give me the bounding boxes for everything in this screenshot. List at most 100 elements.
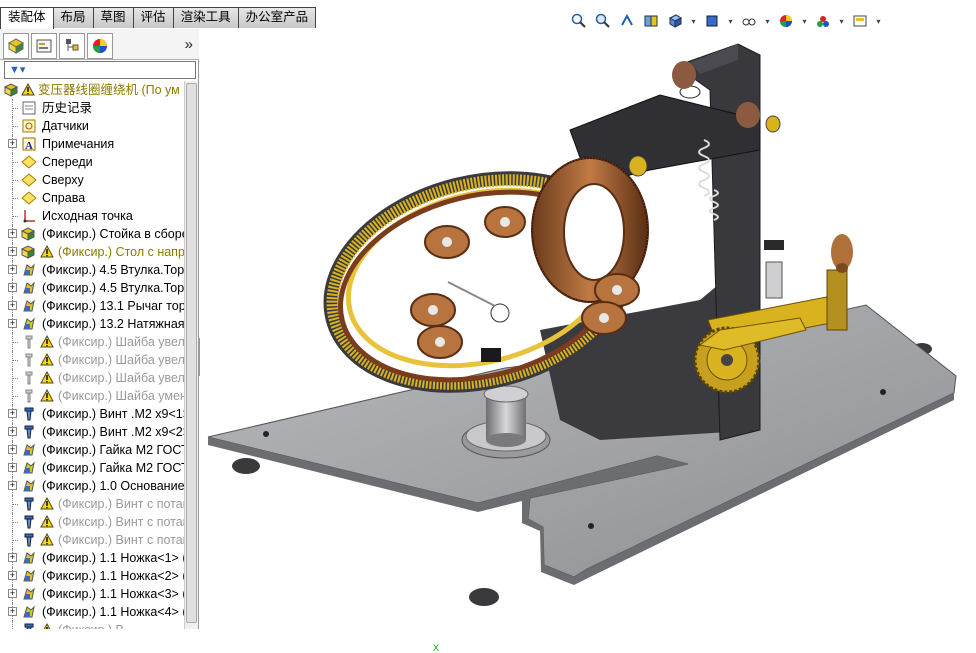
tree-item[interactable]: + (Фиксир.) Стол с направ xyxy=(0,243,184,261)
tree-item[interactable]: (Фиксир.) Винт с потайн xyxy=(0,495,184,513)
warning-icon xyxy=(40,496,54,510)
warning-icon xyxy=(40,532,54,546)
tree-item[interactable]: + (Фиксир.) 13.2 Натяжная пр xyxy=(0,315,184,333)
tree-item-label: (Фиксир.) Винт .M2 x9<1> xyxy=(42,407,184,421)
tree-item[interactable]: + (Фиксир.) 1.1 Ножка<3> (П xyxy=(0,585,184,603)
expand-icon[interactable]: + xyxy=(8,571,17,580)
tree-item[interactable]: Сверху xyxy=(0,171,184,189)
tree-item-label: Датчики xyxy=(42,119,89,133)
part-icon xyxy=(21,478,37,494)
expand-icon[interactable]: + xyxy=(8,427,17,436)
graphics-area[interactable]: X xyxy=(200,29,976,653)
tree-item[interactable]: Датчики xyxy=(0,117,184,135)
tree-item-label: (Фиксир.) 1.1 Ножка<4> (П xyxy=(42,605,184,619)
feature-tree: 变压器线圈缠绕机 (По ум 历史记录 Датчики + A Примечания Сп… xyxy=(0,81,184,629)
tab-4[interactable]: 渲染工具 xyxy=(172,7,239,28)
screw-icon xyxy=(21,496,37,512)
tree-item[interactable]: + (Фиксир.) Винт .M2 x9<2> xyxy=(0,423,184,441)
tree-item[interactable]: (Фиксир.) Винт с потайн xyxy=(0,513,184,531)
washer-icon xyxy=(21,352,37,368)
expand-icon[interactable]: + xyxy=(8,481,17,490)
more-tabs-button[interactable]: » xyxy=(185,36,193,53)
tree-item[interactable]: (Фиксир.) Шайба увелич xyxy=(0,369,184,387)
plane-icon xyxy=(21,190,37,206)
coordinate-triad: X xyxy=(433,643,440,653)
expand-icon[interactable]: + xyxy=(8,319,17,328)
part-icon xyxy=(21,262,37,278)
tree-item-label: (Фиксир.) Винт с потайн xyxy=(58,533,184,547)
expand-icon[interactable]: + xyxy=(8,445,17,454)
expand-icon[interactable]: + xyxy=(8,247,17,256)
tree-item[interactable]: + (Фиксир.) Винт .M2 x9<1> xyxy=(0,405,184,423)
expand-icon[interactable]: + xyxy=(8,265,17,274)
tree-item[interactable]: + (Фиксир.) Стойка в сборе< xyxy=(0,225,184,243)
tree-item[interactable]: + (Фиксир.) Гайка M2 ГОСТ 5 xyxy=(0,441,184,459)
plane-icon xyxy=(21,154,37,170)
tree-item[interactable]: + (Фиксир.) 1.0 Основание<1 xyxy=(0,477,184,495)
feature-manager-tab[interactable] xyxy=(3,33,29,59)
svg-text:A: A xyxy=(25,140,33,152)
tab-3[interactable]: 评估 xyxy=(132,7,174,28)
tree-item[interactable]: + (Фиксир.) 1.1 Ножка<2> (П xyxy=(0,567,184,585)
part-icon xyxy=(21,442,37,458)
scrollbar-thumb[interactable] xyxy=(186,83,197,623)
tree-item-label: (Фиксир.) 4.5 Втулка.Тормс xyxy=(42,281,184,295)
screw-icon xyxy=(21,532,37,548)
screw-icon xyxy=(21,406,37,422)
tree-item[interactable]: Спереди xyxy=(0,153,184,171)
tree-item-label: (Фиксир.) 13.2 Натяжная пр xyxy=(42,317,184,331)
part-icon xyxy=(21,604,37,620)
tree-item[interactable]: + (Фиксир.) 1.1 Ножка<4> (П xyxy=(0,603,184,621)
tree-item-label: (Фиксир.) Винт .M2 x9<2> xyxy=(42,425,184,439)
tree-scrollbar[interactable] xyxy=(184,81,198,629)
tree-filter[interactable]: ▼▾ xyxy=(4,61,196,79)
tree-item-label: Справа xyxy=(42,191,86,205)
expand-icon[interactable]: + xyxy=(8,463,17,472)
tree-item[interactable]: + (Фиксир.) 4.5 Втулка.Тормс xyxy=(0,279,184,297)
warning-icon xyxy=(40,514,54,528)
tree-item-label: (Фиксир.) 4.5 Втулка.Тормс xyxy=(42,263,184,277)
tree-item[interactable]: + (Фиксир.) Гайка M2 ГОСТ 5 xyxy=(0,459,184,477)
expand-icon[interactable]: + xyxy=(8,607,17,616)
tree-item-label: (Фиксир.) Стол с направ xyxy=(58,245,184,259)
tab-1[interactable]: 布局 xyxy=(52,7,94,28)
tree-item-label: (Фиксир.) Винт с потайн xyxy=(58,497,184,511)
configuration-manager-tab[interactable] xyxy=(59,33,85,59)
tree-item[interactable]: (Фиксир.) Винт с потайн xyxy=(0,531,184,549)
plane-icon xyxy=(21,172,37,188)
display-manager-tab[interactable] xyxy=(87,33,113,59)
tree-item-label: Примечания xyxy=(42,137,115,151)
tree-item[interactable]: (Фиксир.) Шайба умень xyxy=(0,387,184,405)
expand-icon[interactable]: + xyxy=(8,229,17,238)
expand-icon[interactable]: + xyxy=(8,409,17,418)
tree-item[interactable]: + (Фиксир.) 1.1 Ножка<1> (П xyxy=(0,549,184,567)
tree-item[interactable]: + (Фиксир.) 4.5 Втулка.Тормс xyxy=(0,261,184,279)
warning-icon xyxy=(40,334,54,348)
tree-item[interactable]: (Фиксир.) В xyxy=(0,621,184,629)
warning-icon xyxy=(40,622,54,629)
tab-0[interactable]: 装配体 xyxy=(0,7,54,29)
expand-icon[interactable]: + xyxy=(8,139,17,148)
tab-5[interactable]: 办公室产品 xyxy=(237,7,317,28)
tree-item[interactable]: (Фиксир.) Шайба увелич xyxy=(0,351,184,369)
tree-item[interactable]: Справа xyxy=(0,189,184,207)
tree-item-label: Спереди xyxy=(42,155,93,169)
annotations-icon: A xyxy=(21,136,37,152)
expand-icon[interactable]: + xyxy=(8,283,17,292)
expand-icon[interactable]: + xyxy=(8,589,17,598)
expand-icon[interactable]: + xyxy=(8,301,17,310)
tree-item-label: (Фиксир.) Шайба увелич xyxy=(58,353,184,367)
warning-icon xyxy=(40,388,54,402)
property-manager-tab[interactable] xyxy=(31,33,57,59)
tree-item-label: (Фиксир.) 1.1 Ножка<3> (П xyxy=(42,587,184,601)
tree-item[interactable]: (Фиксир.) Шайба увели xyxy=(0,333,184,351)
tree-item[interactable]: Исходная точка xyxy=(0,207,184,225)
tree-item[interactable]: + (Фиксир.) 13.1 Рычаг тормс xyxy=(0,297,184,315)
tree-item[interactable]: 历史记录 xyxy=(0,99,184,117)
tree-root[interactable]: 变压器线圈缠绕机 (По ум xyxy=(0,81,184,99)
screw-icon xyxy=(21,424,37,440)
tab-2[interactable]: 草图 xyxy=(92,7,134,28)
part-icon xyxy=(21,298,37,314)
tree-item[interactable]: + A Примечания xyxy=(0,135,184,153)
expand-icon[interactable]: + xyxy=(8,553,17,562)
